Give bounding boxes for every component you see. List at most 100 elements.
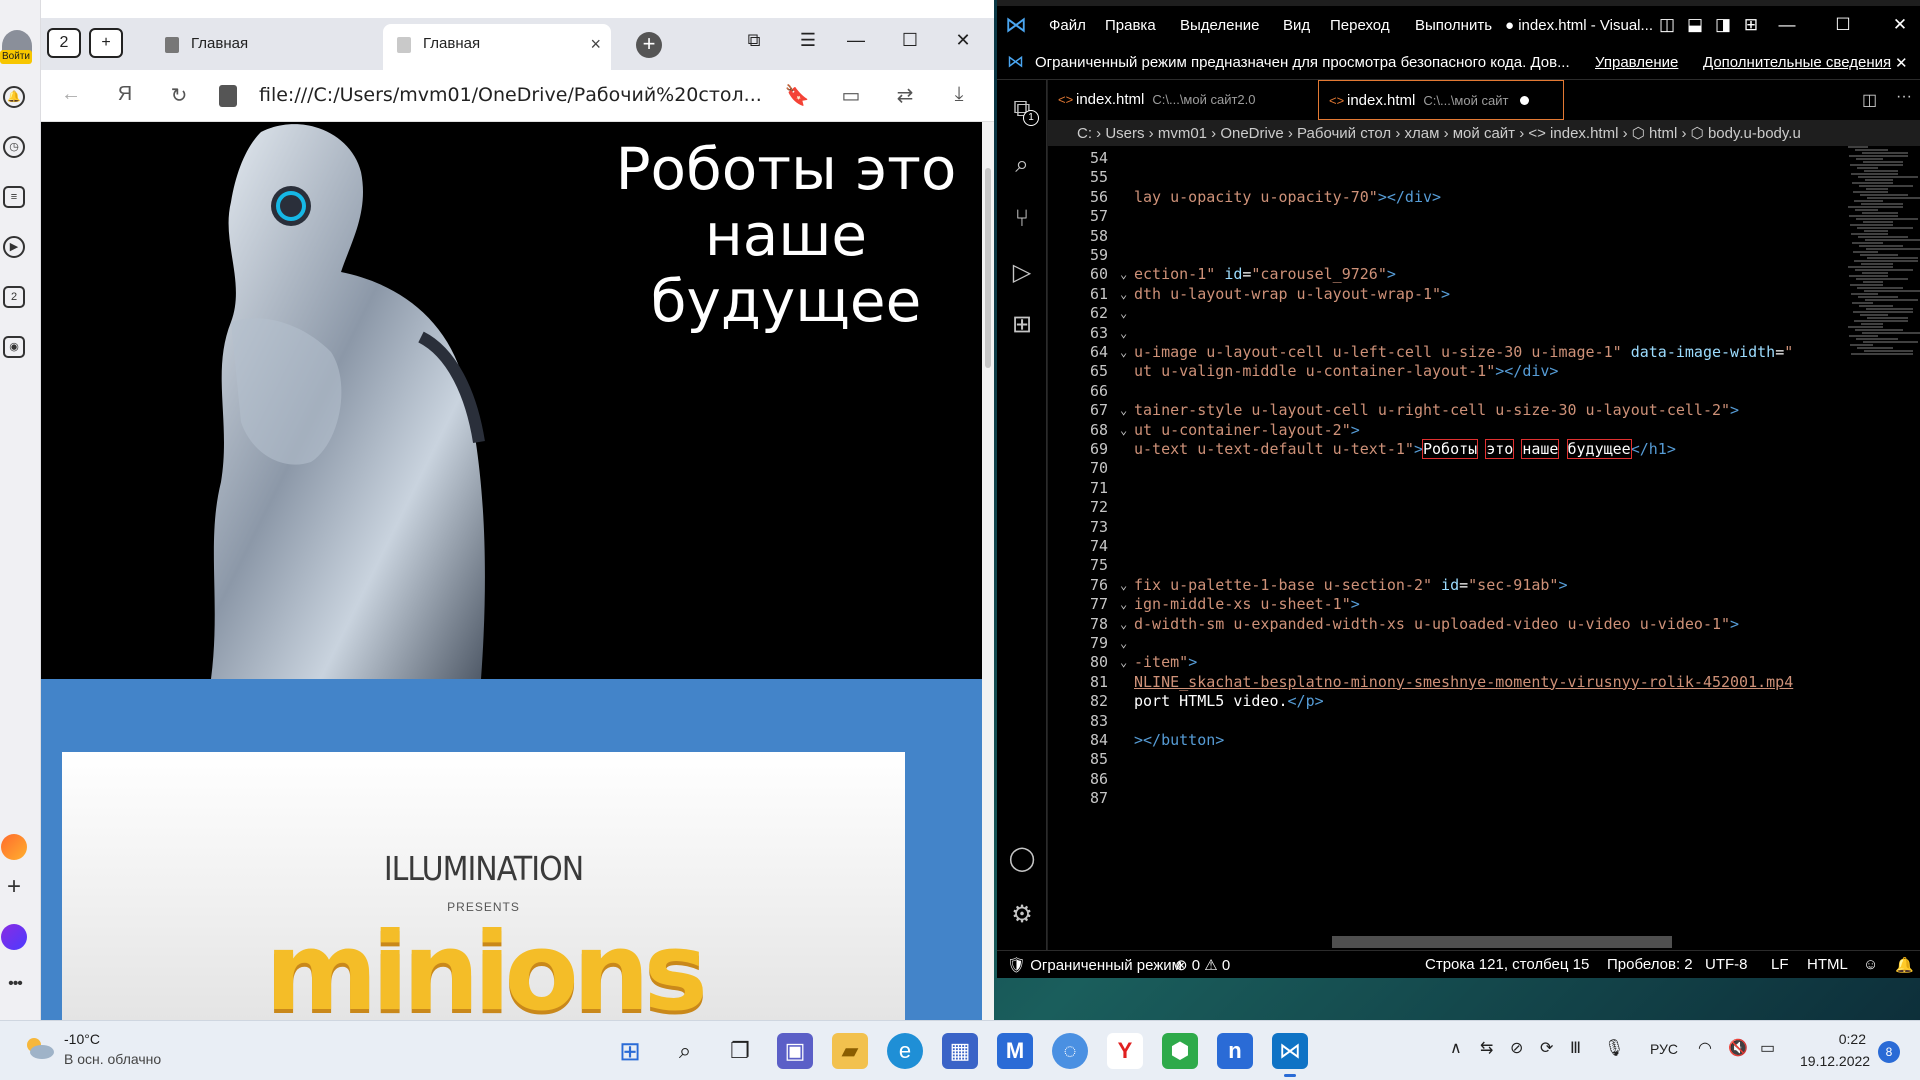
menu-run[interactable]: Выполнить <box>1415 17 1492 34</box>
breadcrumb[interactable]: C: › Users › mvm01 › OneDrive › Рабочий … <box>1077 124 1920 146</box>
new-tab-button[interactable]: + <box>636 32 662 58</box>
screenshot-icon[interactable]: ◉ <box>3 336 25 358</box>
reading-list-icon[interactable]: ≡ <box>3 186 25 208</box>
add-shortcut-icon[interactable]: + <box>2 875 26 900</box>
office-app-icon[interactable]: M <box>997 1033 1033 1069</box>
minimize-icon[interactable]: — <box>1777 15 1797 35</box>
minimap[interactable] <box>1840 146 1920 406</box>
eol-status[interactable]: LF <box>1771 956 1789 973</box>
feedback-icon[interactable]: ☺ <box>1863 956 1878 973</box>
history-icon[interactable]: ◷ <box>3 136 25 158</box>
messenger-icon[interactable]: ◌ <box>1052 1033 1088 1069</box>
language-mode[interactable]: HTML <box>1807 956 1848 973</box>
extensions-icon[interactable]: ⊞ <box>1007 310 1037 340</box>
download-icon[interactable]: ⤓ <box>945 83 973 106</box>
more-icon[interactable]: ••• <box>0 975 30 993</box>
source-control-icon[interactable]: ⑂ <box>1007 204 1037 234</box>
yandex-icon[interactable]: Я <box>111 83 139 106</box>
notification-count[interactable]: 8 <box>1878 1041 1900 1063</box>
store-icon[interactable]: ▦ <box>942 1033 978 1069</box>
weather-description[interactable]: В осн. облачно <box>64 1051 161 1067</box>
encoding-status[interactable]: UTF-8 <box>1705 956 1748 973</box>
menu-go[interactable]: Переход <box>1330 17 1390 34</box>
notifications-bell-icon[interactable]: 🔔 <box>1895 956 1914 974</box>
volume-muted-icon[interactable]: 🔇 <box>1728 1038 1748 1058</box>
code-line[interactable]: 87 <box>1048 786 1848 810</box>
split-editor-icon[interactable]: ◫ <box>1862 90 1877 110</box>
tray-app-icon[interactable]: Ⅲ <box>1570 1038 1581 1058</box>
tray-antivirus-icon[interactable]: ⊘ <box>1510 1038 1523 1058</box>
editor-tab-2[interactable]: <> index.html C:\...\мой сайт <box>1318 80 1564 120</box>
start-windows-icon[interactable]: ⊞ <box>612 1033 648 1069</box>
translate-icon[interactable]: ⇄ <box>891 83 919 108</box>
layout-icon[interactable]: ⊞ <box>1741 15 1761 35</box>
scrollbar-thumb[interactable] <box>985 168 991 368</box>
url-field[interactable]: file:///C:/Users/mvm01/OneDrive/Рабочий%… <box>259 84 762 106</box>
tab-home-1[interactable]: Главная <box>151 24 391 70</box>
settings-gear-icon[interactable]: ⚙ <box>1007 900 1037 930</box>
battery-icon[interactable]: ▭ <box>1760 1038 1775 1058</box>
search-icon[interactable]: ⌕ <box>1007 150 1037 180</box>
minimize-icon[interactable]: — <box>841 30 871 51</box>
tray-settings-icon[interactable]: ⇆ <box>1480 1038 1493 1058</box>
banner-details-link[interactable]: Дополнительные сведения <box>1703 54 1891 71</box>
more-actions-icon[interactable]: ··· <box>1896 88 1912 106</box>
menu-selection[interactable]: Выделение <box>1180 17 1259 34</box>
banner-manage-link[interactable]: Управление <box>1595 54 1678 71</box>
tray-sync-icon[interactable]: ⟳ <box>1540 1038 1553 1058</box>
maximize-icon[interactable]: ☐ <box>1833 15 1853 35</box>
restricted-mode-status[interactable]: 🛡 Ограниченный режим <box>1007 956 1182 974</box>
file-explorer-icon[interactable]: ▰ <box>832 1033 868 1069</box>
menu-edit[interactable]: Правка <box>1105 17 1156 34</box>
accounts-icon[interactable]: ◯ <box>1007 844 1037 874</box>
tabs-panel-icon[interactable]: ⧉ <box>739 30 769 51</box>
alice-assistant-icon[interactable] <box>1 924 27 950</box>
close-icon[interactable]: ✕ <box>948 30 978 51</box>
horizontal-scrollbar[interactable] <box>1332 936 1672 948</box>
cloudy-weather-icon[interactable] <box>22 1035 56 1061</box>
edge-icon[interactable]: e <box>887 1033 923 1069</box>
new-tab-group-button[interactable]: + <box>89 28 123 58</box>
page-scrollbar[interactable] <box>982 122 994 1020</box>
vscode-taskbar-icon[interactable]: ⋈ <box>1272 1033 1308 1077</box>
close-icon[interactable]: ✕ <box>1890 15 1910 35</box>
tray-overflow-icon[interactable]: ∧ <box>1450 1038 1462 1058</box>
microphone-icon[interactable]: 🎙 <box>1604 1038 1624 1058</box>
collections-icon[interactable]: 2 <box>3 286 25 308</box>
notion-like-icon[interactable]: n <box>1217 1033 1253 1069</box>
tabs-counter-button[interactable]: 2 <box>47 28 81 58</box>
toggle-secondary-icon[interactable]: ◨ <box>1713 15 1733 35</box>
toggle-bottom-panel-icon[interactable]: ⬓ <box>1685 15 1705 35</box>
weather-temperature[interactable]: -10°C <box>64 1031 100 1047</box>
bookmark-icon[interactable]: 🔖 <box>783 83 811 108</box>
menu-file[interactable]: Файл <box>1049 17 1086 34</box>
clock-date[interactable]: 19.12.2022 <box>1800 1053 1870 1069</box>
run-debug-icon[interactable]: ▷ <box>1007 258 1037 288</box>
menu-view[interactable]: Вид <box>1283 17 1310 34</box>
problems-status[interactable]: ⊗ 0 ⚠ 0 <box>1175 956 1230 974</box>
unsaved-dot-icon[interactable] <box>1520 96 1530 105</box>
app-shortcut-icon[interactable] <box>1 834 27 860</box>
search-icon[interactable]: ⌕ <box>667 1033 703 1069</box>
battery-saver-icon[interactable]: ▭ <box>837 83 865 108</box>
code-editor[interactable]: 54 55 56 lay u-opacity u-opacity-70"></div>… <box>1048 146 1920 952</box>
menu-icon[interactable]: ☰ <box>793 30 823 51</box>
reload-icon[interactable]: ↻ <box>165 83 193 108</box>
yandex-browser-icon[interactable]: Y <box>1107 1033 1143 1069</box>
login-button[interactable]: Войти <box>0 50 32 64</box>
maximize-icon[interactable]: ☐ <box>895 30 925 51</box>
play-icon[interactable]: ▶ <box>3 236 25 258</box>
toggle-panel-icon[interactable]: ◫ <box>1657 15 1677 35</box>
tab-home-2[interactable]: Главная × <box>383 24 611 70</box>
wifi-icon[interactable]: ◠ <box>1698 1038 1712 1058</box>
clock-time[interactable]: 0:22 <box>1806 1031 1866 1047</box>
back-icon[interactable]: ← <box>57 83 85 106</box>
cursor-position[interactable]: Строка 121, столбец 15 <box>1425 956 1589 973</box>
notifications-icon[interactable]: 🔔 <box>3 86 25 108</box>
close-tab-icon[interactable]: × <box>590 24 601 64</box>
task-view-icon[interactable]: ❐ <box>722 1033 758 1069</box>
indentation-status[interactable]: Пробелов: 2 <box>1607 956 1693 973</box>
app-cube-icon[interactable]: ⬢ <box>1162 1033 1198 1069</box>
input-language[interactable]: РУС <box>1650 1041 1678 1057</box>
video-player[interactable]: ILLUMINATION PRESENTS minions <box>62 752 905 1020</box>
